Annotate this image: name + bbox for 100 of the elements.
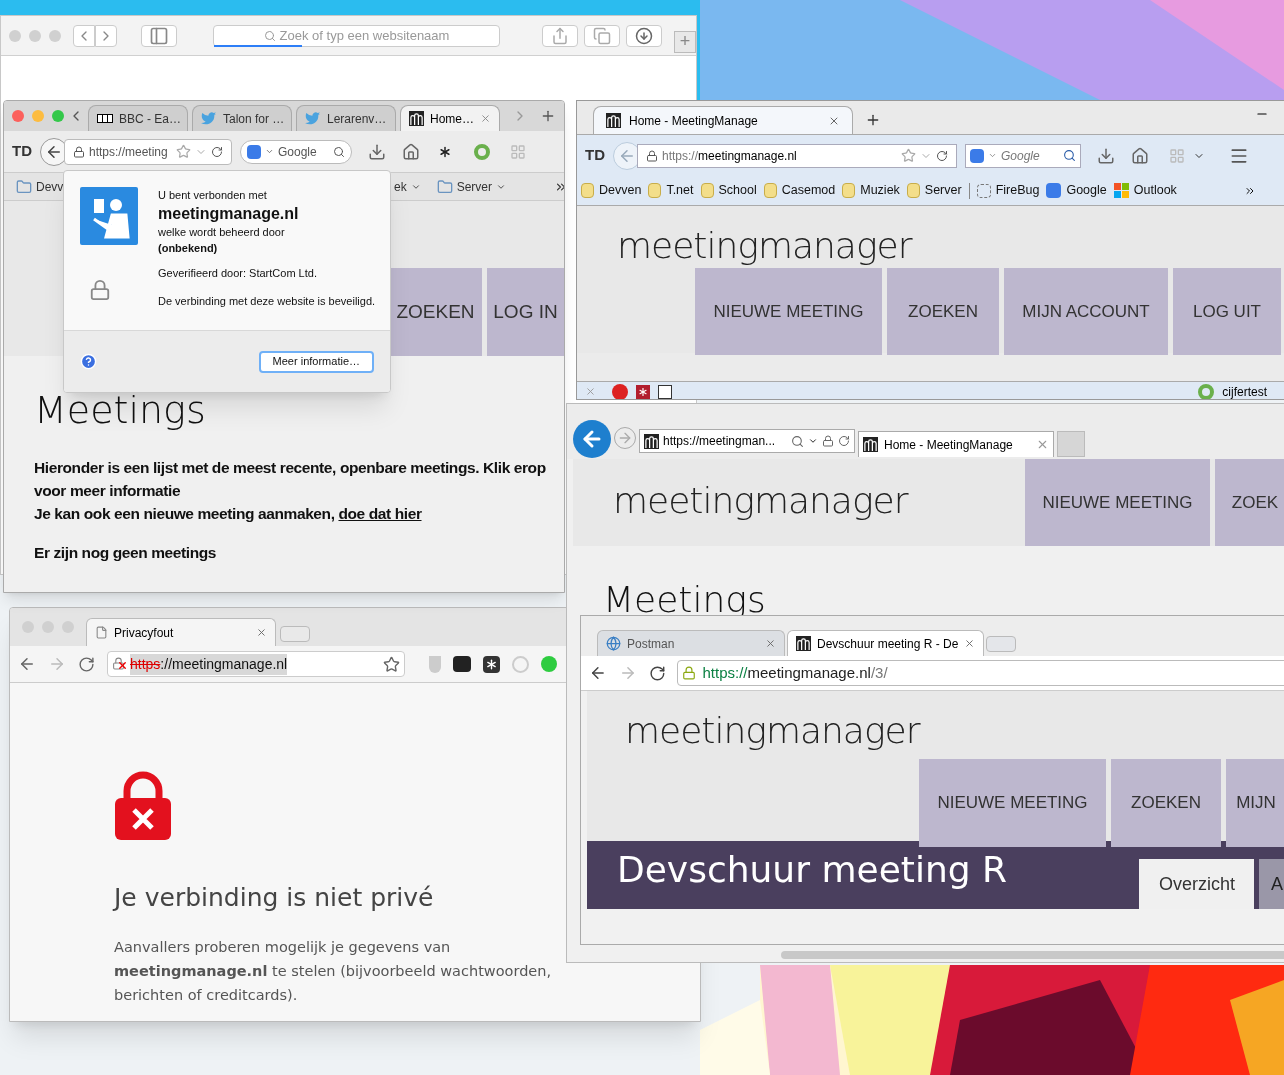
address-field[interactable]: https://meetingmanage.nl (637, 143, 957, 168)
nav-link[interactable]: ZOEKEN (887, 268, 999, 355)
downloads-icon[interactable] (1097, 146, 1115, 165)
chat-icon[interactable] (541, 656, 557, 672)
home-icon[interactable] (1131, 146, 1149, 165)
passport-officer-icon (80, 187, 138, 245)
page-tab[interactable]: Overzicht (1139, 859, 1254, 909)
nav-link[interactable]: NIEUWE MEETING (695, 268, 882, 355)
back-button[interactable] (589, 664, 607, 682)
nav-link[interactable]: MIJN ACCOUNT (1004, 268, 1168, 355)
help-icon[interactable] (80, 353, 97, 370)
browser-tab[interactable]: Talon for … (192, 105, 292, 131)
bookmark-folder[interactable]: ek (394, 177, 421, 196)
downloads-icon[interactable] (368, 142, 386, 161)
close-tab-icon[interactable] (256, 627, 267, 638)
nav-link[interactable]: MIJN (1226, 759, 1284, 847)
close-tab-icon[interactable] (765, 638, 776, 649)
nav-link[interactable]: LOG IN (487, 268, 564, 356)
close-icon[interactable] (585, 386, 596, 397)
nav-link[interactable]: ZOEK (1215, 459, 1284, 546)
folder-icon (648, 183, 662, 198)
search-field[interactable]: Google (965, 143, 1081, 168)
folder-icon (16, 178, 32, 195)
nav-link[interactable]: ZOEKEN (1111, 759, 1221, 847)
close-tab-icon[interactable] (480, 113, 491, 124)
back-button[interactable] (18, 655, 36, 673)
bird-icon (201, 111, 217, 126)
extension-icon[interactable] (453, 656, 471, 672)
search-icon[interactable] (791, 434, 804, 448)
address-field[interactable]: https://meetingmanage.nl (107, 651, 405, 677)
address-field[interactable]: https://meetingmanage.nl/3/ (677, 660, 1284, 686)
create-link[interactable]: doe dat hier (338, 505, 422, 522)
lock-icon (822, 435, 834, 447)
browser-tab[interactable]: BBC - Ea… (88, 105, 188, 131)
status-item[interactable]: cijfertest (1222, 382, 1267, 399)
sidebar-button[interactable] (141, 24, 177, 47)
browser-tab[interactable]: Postman (597, 630, 785, 656)
browser-tab[interactable]: Devschuur meeting R - De (787, 630, 985, 656)
tabs-button[interactable] (584, 24, 620, 47)
google-icon (247, 144, 261, 159)
reload-icon[interactable] (210, 145, 223, 158)
home-icon[interactable] (402, 142, 420, 161)
browser-tab[interactable]: Home - MeetingManage (593, 106, 853, 134)
page-tab[interactable]: A (1259, 859, 1284, 909)
address-field[interactable]: https://meetingman... (639, 429, 855, 453)
dropdown-icon[interactable] (265, 147, 274, 156)
asterisk-icon[interactable] (636, 384, 650, 399)
share-button[interactable] (542, 24, 578, 47)
reload-icon[interactable] (936, 149, 948, 162)
search-icon[interactable] (1063, 149, 1076, 162)
bookmark-star-icon[interactable] (901, 148, 916, 163)
page-heading: Meetings (603, 582, 766, 618)
bookmark-item[interactable]: Server (906, 181, 962, 200)
asterisk-icon[interactable] (483, 655, 500, 673)
close-tab-icon[interactable] (964, 638, 976, 649)
bookmark-item[interactable]: Muziek (842, 181, 900, 200)
site-logo: meetingmanager (617, 228, 912, 264)
lock-icon (73, 145, 85, 158)
people-icon (796, 636, 811, 651)
bookmark-star-icon[interactable] (175, 144, 191, 159)
more-info-button[interactable]: Meer informatie… (258, 350, 374, 373)
addon-icon[interactable] (1198, 383, 1215, 399)
nav-link[interactable]: ZOEKEN (389, 268, 482, 356)
dropdown-icon[interactable] (808, 436, 818, 446)
browser-tab[interactable]: Home… (400, 105, 500, 131)
search-icon[interactable] (333, 145, 345, 158)
empty-message: Er zijn nog geen meetings (34, 543, 218, 563)
bookmark-item[interactable]: FireBug (976, 181, 1040, 200)
globe-icon (606, 636, 621, 651)
nav-link[interactable]: NIEUWE MEETING (1025, 459, 1210, 546)
lock-error-icon (114, 771, 172, 841)
reload-button[interactable] (648, 664, 666, 682)
bookmark-item[interactable]: School (700, 181, 757, 200)
back-button[interactable] (573, 420, 611, 458)
close-button[interactable] (12, 110, 24, 122)
bookmark-item[interactable]: Casemod (763, 181, 836, 200)
downloads-button[interactable] (626, 24, 662, 47)
nav-link[interactable]: NIEUWE MEETING (919, 759, 1106, 847)
bookmark-star-icon[interactable] (383, 655, 400, 673)
new-tab-icon[interactable] (540, 108, 556, 124)
new-tab-icon[interactable] (865, 112, 881, 128)
nav-link[interactable]: LOG UIT (1173, 268, 1281, 355)
bookmark-item[interactable]: Outlook (1113, 181, 1177, 200)
addon-icon[interactable] (474, 143, 490, 160)
extension-button[interactable]: TD (585, 144, 605, 167)
extension-button[interactable]: TD (12, 140, 32, 163)
reload-icon[interactable] (838, 435, 850, 447)
address-field[interactable]: https://meeting (64, 138, 232, 165)
browser-tab[interactable]: Privacyfout (86, 618, 276, 646)
bookmark-item[interactable]: Devven (581, 181, 642, 200)
site-logo: meetingmanager (625, 713, 920, 749)
reload-button[interactable] (78, 655, 95, 673)
bookmark-folder[interactable]: Devv (16, 177, 64, 196)
close-tab-icon[interactable] (1036, 438, 1049, 451)
browser-tab[interactable]: Home - MeetingManage (858, 431, 1054, 457)
bookmark-item[interactable]: Google (1046, 181, 1107, 200)
bookmark-item[interactable]: T.net (648, 181, 694, 200)
search-field[interactable]: Google (240, 139, 352, 164)
bookmark-folder[interactable]: Server (436, 177, 507, 196)
browser-tab[interactable]: Lerarenv… (296, 105, 396, 131)
